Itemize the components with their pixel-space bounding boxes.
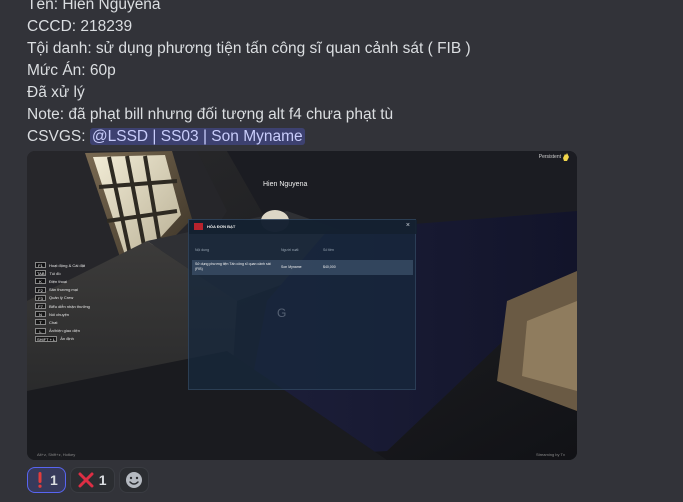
key-cap: F2 bbox=[35, 286, 46, 293]
bill-cell-issuer: Son Myname bbox=[281, 265, 302, 269]
bill-panel: HÓA ĐƠN BẠT × Nội dung Người xuất Số tiề… bbox=[188, 219, 417, 390]
message-line-status: Đã xử lý bbox=[27, 84, 85, 101]
bill-accent bbox=[194, 223, 203, 230]
keybind-row: L Ẩn/hiện giao diện bbox=[35, 327, 115, 335]
key-label: Túi đồ bbox=[49, 270, 61, 276]
key-label: Chat bbox=[49, 319, 58, 325]
keybind-row: N Nói chuyện bbox=[35, 310, 115, 318]
bill-column-content: Nội dung bbox=[195, 248, 210, 252]
image-attachment[interactable]: Hien Nguyena Persistent F1 Hoạt động & Cà… bbox=[27, 151, 577, 460]
bill-column-issuer: Người xuất bbox=[281, 248, 299, 252]
keybind-list: F1 Hoạt động & Cài đặt TAB Túi đồ K Điện th… bbox=[35, 261, 115, 343]
reaction-count: 1 bbox=[98, 472, 107, 488]
key-label: Điện thoại bbox=[49, 278, 68, 284]
key-cap: SHIFT + L bbox=[35, 335, 58, 342]
key-cap: F7 bbox=[35, 303, 46, 310]
csvgs-label: CSVGS: bbox=[27, 128, 86, 145]
bill-column-amount: Số tiền bbox=[323, 248, 334, 252]
keybind-row: TAB Túi đồ bbox=[35, 269, 115, 277]
reaction-bar: 1 1 bbox=[27, 467, 149, 493]
key-label: Sân thương mại bbox=[49, 287, 78, 293]
key-label: Ẩn định bbox=[60, 336, 74, 342]
message-body: Tên: Hien Nguyena CCCD: 218239 Tội danh:… bbox=[27, 0, 667, 148]
smiley-icon bbox=[125, 472, 142, 488]
key-cap: K bbox=[35, 278, 46, 285]
key-label: Biểu diễn nhận thưởng bbox=[49, 303, 90, 309]
key-cap: TAB bbox=[35, 270, 47, 277]
keybind-row: F2 Sân thương mại bbox=[35, 286, 115, 294]
reaction-cross[interactable]: 1 bbox=[69, 467, 115, 493]
key-cap: N bbox=[35, 311, 46, 318]
cross-mark-icon bbox=[78, 472, 94, 488]
add-reaction-button[interactable] bbox=[118, 467, 149, 493]
key-label: Hoạt động & Cài đặt bbox=[49, 262, 86, 268]
hand-icon bbox=[563, 153, 569, 161]
user-mention[interactable]: @LSSD | SS03 | Son Myname bbox=[89, 128, 305, 145]
key-cap: F3 bbox=[35, 294, 46, 301]
message-line-note: Note: đã phạt bill nhưng đối tượng alt f… bbox=[27, 106, 394, 123]
key-cap: T bbox=[35, 319, 46, 326]
hud-watermark-right: Streaming by Tv bbox=[535, 452, 565, 457]
message-line-id: CCCD: 218239 bbox=[27, 18, 133, 35]
reaction-count: 1 bbox=[50, 472, 58, 488]
keybind-row: F1 Hoạt động & Cài đặt bbox=[35, 261, 115, 269]
keybind-row: SHIFT + L Ẩn định bbox=[35, 335, 115, 343]
key-label: Quản lý Crew bbox=[49, 295, 74, 301]
message-line-name: Tên: Hien Nguyena bbox=[27, 0, 161, 13]
bill-row: Sử dụng phương tiện Tấn công sĩ quan cản… bbox=[192, 260, 413, 275]
reaction-exclamation[interactable]: 1 bbox=[27, 467, 66, 493]
keybind-row: F7 Biểu diễn nhận thưởng bbox=[35, 302, 115, 310]
exclamation-icon bbox=[38, 472, 42, 488]
key-cap: L bbox=[35, 327, 46, 334]
key-label: Ẩn/hiện giao diện bbox=[49, 328, 80, 334]
message-line-offense: Tội danh: sử dụng phương tiện tấn công s… bbox=[27, 40, 471, 57]
bill-title: HÓA ĐƠN BẠT bbox=[207, 224, 236, 229]
bill-cell-content: Sử dụng phương tiện Tấn công sĩ quan cản… bbox=[195, 262, 271, 271]
hud-topright-text: Persistent bbox=[538, 154, 561, 160]
bill-cell-amount: $40,000 bbox=[323, 265, 336, 269]
bill-placeholder-glyph: G bbox=[277, 306, 287, 320]
keybind-row: T Chat bbox=[35, 318, 115, 326]
hud-watermark-left: Alt+z, Shift+z, Hotkey bbox=[37, 452, 76, 457]
message-line-csvgs: CSVGS: @LSSD | SS03 | Son Myname bbox=[27, 126, 667, 148]
close-icon: × bbox=[405, 222, 410, 229]
key-label: Nói chuyện bbox=[49, 311, 70, 317]
keybind-row: K Điện thoại bbox=[35, 277, 115, 285]
message-line-sentence: Mức Án: 60p bbox=[27, 62, 116, 79]
player-nametag: Hien Nguyena bbox=[263, 181, 308, 188]
key-cap: F1 bbox=[35, 262, 46, 269]
keybind-row: F3 Quản lý Crew bbox=[35, 294, 115, 302]
